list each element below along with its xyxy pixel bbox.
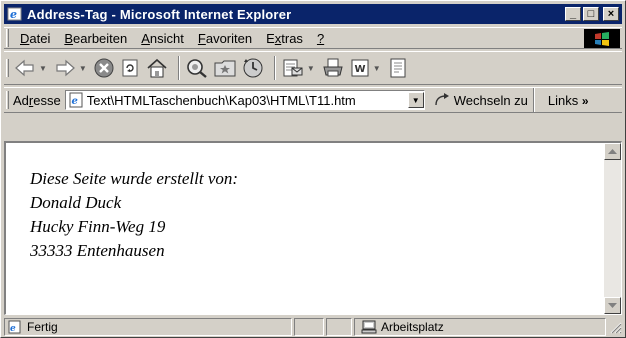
search-icon	[187, 59, 207, 78]
mail-dropdown-icon[interactable]: ▼	[307, 64, 315, 73]
discuss-button[interactable]	[387, 55, 409, 81]
mail-button[interactable]: ▼	[281, 55, 317, 81]
vertical-scrollbar[interactable]	[604, 143, 621, 314]
search-button[interactable]	[185, 55, 209, 81]
ie-page-icon: e	[69, 92, 83, 108]
address-line: 33333 Entenhausen	[30, 241, 165, 260]
status-text-pane: e Fertig	[4, 317, 292, 336]
menu-bar: Datei Bearbeiten Ansicht Favoriten Extra…	[4, 27, 622, 49]
mail-icon	[283, 59, 303, 77]
favorites-icon	[214, 60, 236, 77]
forward-icon	[56, 59, 75, 77]
status-pane	[294, 317, 324, 336]
menu-extras[interactable]: Extras	[259, 31, 310, 46]
ie-logo-icon: e	[7, 7, 22, 21]
address-line: Donald Duck	[30, 193, 122, 212]
history-icon	[243, 58, 263, 78]
print-button[interactable]	[321, 55, 345, 81]
toolbar-separator	[177, 56, 180, 80]
addressbar-grip[interactable]	[6, 91, 9, 109]
menu-bearbeiten[interactable]: Bearbeiten	[57, 31, 134, 46]
menu-favoriten[interactable]: Favoriten	[191, 31, 259, 46]
address-input[interactable]: e Text\HTMLTaschenbuch\Kap03\HTML\T11.ht…	[64, 90, 425, 110]
svg-text:W: W	[354, 64, 365, 75]
address-label: Adresse	[13, 92, 61, 108]
address-dropdown-icon[interactable]: ▼	[407, 92, 424, 108]
address-line: Diese Seite wurde erstellt von:	[30, 169, 239, 188]
refresh-button[interactable]	[119, 55, 141, 81]
scroll-down-button[interactable]	[604, 297, 621, 314]
go-label: Wechseln zu	[453, 92, 528, 108]
address-line: Hucky Finn-Weg 19	[30, 217, 166, 236]
history-button[interactable]	[241, 55, 265, 81]
toolbar-grip[interactable]	[6, 59, 9, 77]
window-title: Address-Tag - Microsoft Internet Explore…	[27, 6, 292, 22]
standard-toolbar: ▼ ▼ ▼ W ▼	[4, 51, 622, 85]
menu-datei[interactable]: Datei	[13, 31, 57, 46]
svg-text:e: e	[71, 96, 77, 107]
edit-button[interactable]: W ▼	[349, 55, 383, 81]
chevron-right-icon: »	[581, 93, 589, 108]
toolbar-separator	[532, 88, 535, 112]
back-button[interactable]: ▼	[13, 55, 49, 81]
address-bar: Adresse e Text\HTMLTaschenbuch\Kap03\HTM…	[4, 87, 622, 113]
minimize-button[interactable]: _	[565, 7, 581, 21]
close-button[interactable]: ×	[603, 7, 619, 21]
scroll-up-icon	[608, 148, 617, 154]
discuss-icon	[390, 58, 406, 78]
stop-icon	[94, 58, 114, 78]
status-bar: e Fertig Arbeitsplatz	[4, 317, 622, 336]
forward-button[interactable]: ▼	[53, 55, 89, 81]
home-button[interactable]	[145, 55, 169, 81]
browser-window: e Address-Tag - Microsoft Internet Explo…	[0, 0, 626, 338]
menu-ansicht[interactable]: Ansicht	[134, 31, 191, 46]
favorites-button[interactable]	[213, 55, 237, 81]
menubar-grip[interactable]	[6, 29, 9, 47]
refresh-icon	[122, 59, 138, 77]
scroll-up-button[interactable]	[604, 143, 621, 160]
home-icon	[147, 58, 167, 78]
svg-text:e: e	[10, 324, 16, 334]
computer-icon	[361, 320, 377, 333]
back-dropdown-icon[interactable]: ▼	[39, 64, 47, 73]
forward-dropdown-icon[interactable]: ▼	[79, 64, 87, 73]
address-value[interactable]: Text\HTMLTaschenbuch\Kap03\HTML\T11.htm	[87, 93, 408, 108]
title-bar[interactable]: e Address-Tag - Microsoft Internet Explo…	[4, 4, 622, 24]
back-icon	[15, 59, 34, 77]
edit-icon: W	[351, 59, 369, 77]
go-button[interactable]: Wechseln zu	[433, 92, 528, 108]
page-content: Diese Seite wurde erstellt von: Donald D…	[30, 167, 238, 263]
ie-page-icon: e	[8, 320, 21, 334]
security-zone-pane: Arbeitsplatz	[354, 317, 606, 336]
menu-help[interactable]: ?	[310, 31, 331, 46]
go-arrow-icon	[435, 93, 449, 106]
zone-text: Arbeitsplatz	[381, 319, 444, 334]
maximize-button[interactable]: □	[583, 7, 599, 21]
status-text: Fertig	[27, 319, 58, 334]
edit-dropdown-icon[interactable]: ▼	[373, 64, 381, 73]
svg-text:e: e	[10, 8, 17, 21]
links-button[interactable]: Links »	[548, 93, 589, 108]
stop-button[interactable]	[93, 55, 115, 81]
resize-grip-icon[interactable]	[608, 320, 622, 334]
status-pane	[326, 317, 352, 336]
toolbar-separator	[273, 56, 276, 80]
print-icon	[323, 58, 343, 77]
page-viewport: Diese Seite wurde erstellt von: Donald D…	[4, 141, 622, 315]
scroll-down-icon	[608, 302, 617, 308]
windows-logo-icon	[584, 29, 620, 48]
